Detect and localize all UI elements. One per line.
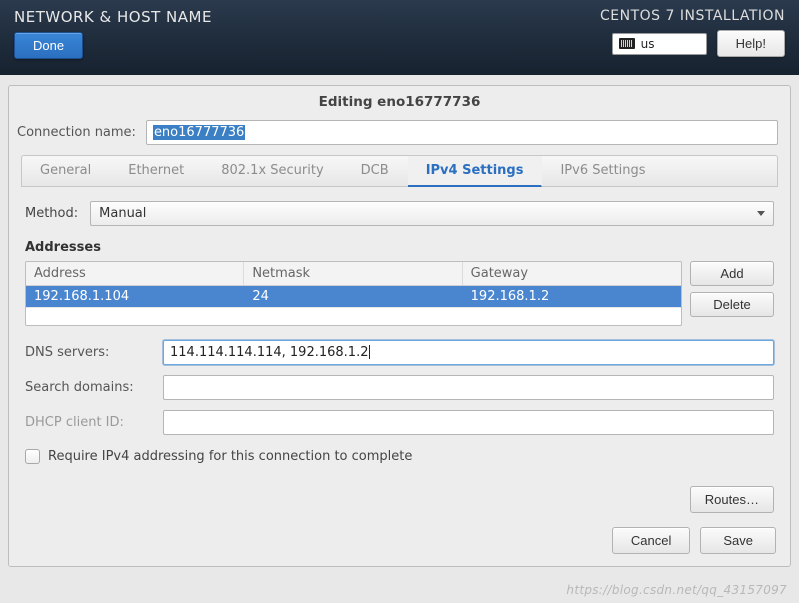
search-domains-input[interactable] — [163, 375, 774, 400]
ipv4-settings-panel: Method: Manual Addresses Address Netmask… — [21, 187, 778, 513]
cell-address: 192.168.1.104 — [26, 286, 244, 307]
installer-topbar: NETWORK & HOST NAME Done CENTOS 7 INSTAL… — [0, 0, 799, 75]
settings-tabs: General Ethernet 802.1x Security DCB IPv… — [21, 155, 778, 187]
search-domains-label: Search domains: — [25, 380, 155, 395]
delete-button[interactable]: Delete — [690, 292, 774, 317]
cancel-button[interactable]: Cancel — [612, 527, 690, 554]
text-cursor — [369, 345, 370, 359]
col-address: Address — [26, 262, 244, 285]
col-gateway: Gateway — [463, 262, 681, 285]
col-netmask: Netmask — [244, 262, 462, 285]
cell-netmask: 24 — [244, 286, 462, 307]
addresses-label: Addresses — [25, 240, 774, 255]
method-label: Method: — [25, 206, 78, 221]
page-title: NETWORK & HOST NAME — [14, 8, 212, 26]
install-title: CENTOS 7 INSTALLATION — [600, 8, 785, 24]
edit-connection-dialog: Editing eno16777736 Connection name: eno… — [8, 85, 791, 567]
require-ipv4-checkbox[interactable] — [25, 449, 40, 464]
dhcp-client-id-input[interactable] — [163, 410, 774, 435]
tab-dcb[interactable]: DCB — [343, 156, 408, 186]
table-empty-row[interactable] — [26, 307, 681, 325]
watermark: https://blog.csdn.net/qq_43157097 — [566, 583, 787, 597]
connection-name-input[interactable]: eno16777736 — [146, 120, 778, 145]
dns-servers-input[interactable]: 114.114.114.114, 192.168.1.2 — [163, 340, 774, 365]
routes-button[interactable]: Routes… — [690, 486, 774, 513]
tab-8021x[interactable]: 802.1x Security — [203, 156, 342, 186]
method-value: Manual — [99, 206, 146, 221]
dhcp-client-id-label: DHCP client ID: — [25, 415, 155, 430]
require-ipv4-label: Require IPv4 addressing for this connect… — [48, 449, 412, 464]
table-row[interactable]: 192.168.1.104 24 192.168.1.2 — [26, 286, 681, 307]
tab-general[interactable]: General — [22, 156, 110, 186]
add-button[interactable]: Add — [690, 261, 774, 286]
method-select[interactable]: Manual — [90, 201, 774, 226]
keyboard-layout-indicator[interactable]: us — [612, 33, 707, 55]
topbar-right: CENTOS 7 INSTALLATION us Help! — [600, 8, 785, 65]
keyboard-icon — [619, 38, 635, 49]
addresses-table[interactable]: Address Netmask Gateway 192.168.1.104 24… — [25, 261, 682, 326]
topbar-left: NETWORK & HOST NAME Done — [14, 8, 212, 65]
chevron-down-icon — [757, 211, 765, 216]
tab-ipv4[interactable]: IPv4 Settings — [408, 156, 543, 187]
done-button[interactable]: Done — [14, 32, 83, 59]
cell-gateway: 192.168.1.2 — [463, 286, 681, 307]
help-button[interactable]: Help! — [717, 30, 785, 57]
keyboard-layout-label: us — [641, 37, 655, 51]
addresses-header: Address Netmask Gateway — [26, 262, 681, 286]
dialog-title: Editing eno16777736 — [9, 86, 790, 120]
tab-ethernet[interactable]: Ethernet — [110, 156, 203, 186]
tab-ipv6[interactable]: IPv6 Settings — [542, 156, 664, 186]
dns-servers-label: DNS servers: — [25, 345, 155, 360]
connection-name-label: Connection name: — [17, 125, 136, 140]
save-button[interactable]: Save — [700, 527, 776, 554]
